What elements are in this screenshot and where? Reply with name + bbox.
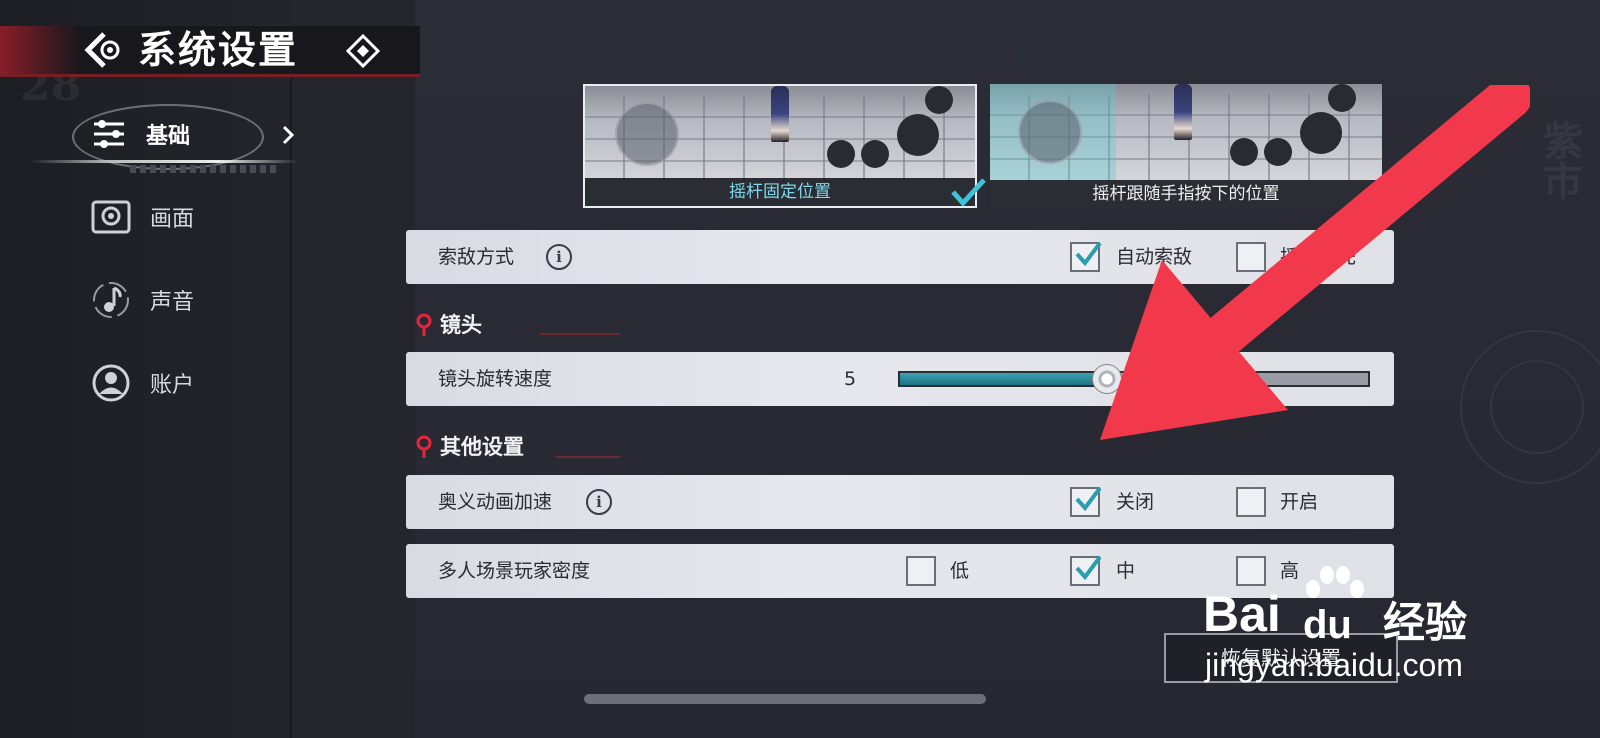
back-icon[interactable]: [82, 30, 126, 70]
checkbox-density-high[interactable]: [1236, 556, 1266, 586]
sidebar-item-account[interactable]: 账户: [90, 357, 290, 409]
section-other: 其他设置: [414, 431, 524, 461]
selected-check-icon: [951, 178, 986, 207]
sidebar-divider: [290, 70, 292, 738]
skill-button: [925, 86, 953, 114]
section-title: 镜头: [440, 312, 482, 337]
virtual-joystick: [1018, 100, 1082, 164]
sliders-icon: [94, 120, 124, 148]
background-calligraphy: 紫市: [1536, 120, 1583, 200]
slider-value: 5: [844, 368, 857, 390]
checkbox-anim-off[interactable]: [1070, 486, 1102, 517]
location-pin-icon: [416, 435, 432, 458]
skill-button: [861, 140, 889, 168]
section-decoration: [556, 456, 620, 458]
checkbox-density-low[interactable]: [906, 556, 936, 586]
info-icon[interactable]: i: [586, 489, 612, 515]
chevron-right-icon: [282, 125, 295, 145]
header-accent: [0, 26, 80, 74]
character-figure: [771, 86, 789, 142]
sidebar-item-display[interactable]: 画面: [90, 191, 290, 243]
display-icon: [91, 200, 131, 234]
section-camera: 镜头: [414, 309, 482, 339]
section-decoration: [540, 333, 620, 335]
location-pin-icon: [416, 313, 432, 336]
joystick-option-label: 摇杆固定位置: [585, 178, 975, 206]
setting-label: 镜头旋转速度: [438, 368, 553, 390]
music-note-icon: [93, 282, 129, 318]
option-label: 中: [1116, 560, 1136, 582]
paw-icon: [1306, 566, 1364, 598]
diamond-icon: [346, 34, 380, 68]
check-icon: [1075, 486, 1102, 512]
slider-fill: [900, 373, 1106, 385]
watermark-brand-du: du: [1303, 603, 1352, 647]
watermark-brand: Bai: [1203, 586, 1281, 642]
setting-label: 奥义动画加速: [438, 491, 553, 513]
user-icon: [92, 364, 130, 402]
info-icon[interactable]: i: [546, 244, 572, 270]
joystick-fixed-option[interactable]: 摇杆固定位置: [583, 84, 977, 208]
setting-label: 索敌方式: [438, 246, 515, 268]
setting-label: 多人场景玩家密度: [438, 560, 591, 582]
checkbox-density-medium[interactable]: [1070, 555, 1102, 586]
watermark-url: jingyan.baidu.com: [1205, 647, 1463, 683]
virtual-joystick: [615, 102, 679, 166]
option-label: 开启: [1280, 491, 1319, 513]
sidebar-item-label: 声音: [150, 290, 195, 315]
sidebar-item-basic[interactable]: 基础: [90, 108, 290, 160]
home-indicator[interactable]: [584, 694, 986, 704]
watermark-suffix: 经验: [1383, 599, 1468, 646]
sidebar-item-label: 基础: [146, 123, 191, 149]
ultimate-anim-row: 奥义动画加速 i 关闭 开启: [406, 475, 1394, 529]
page-title: 系统设置: [138, 27, 299, 72]
check-icon: [1075, 555, 1102, 581]
sidebar-item-label: 画面: [150, 207, 195, 232]
checkbox-anim-on[interactable]: [1236, 487, 1266, 517]
sidebar-item-label: 账户: [150, 373, 195, 398]
annotation-arrow-icon: [1100, 85, 1530, 440]
option-label: 高: [1280, 560, 1300, 582]
active-nav-underline: [30, 160, 298, 163]
active-nav-dash: [130, 165, 280, 173]
section-title: 其他设置: [440, 434, 524, 459]
skill-button: [827, 140, 855, 168]
sidebar-item-sound[interactable]: 声音: [90, 274, 290, 326]
option-label: 关闭: [1116, 491, 1155, 513]
option-label: 低: [950, 560, 970, 582]
attack-button: [897, 114, 939, 156]
